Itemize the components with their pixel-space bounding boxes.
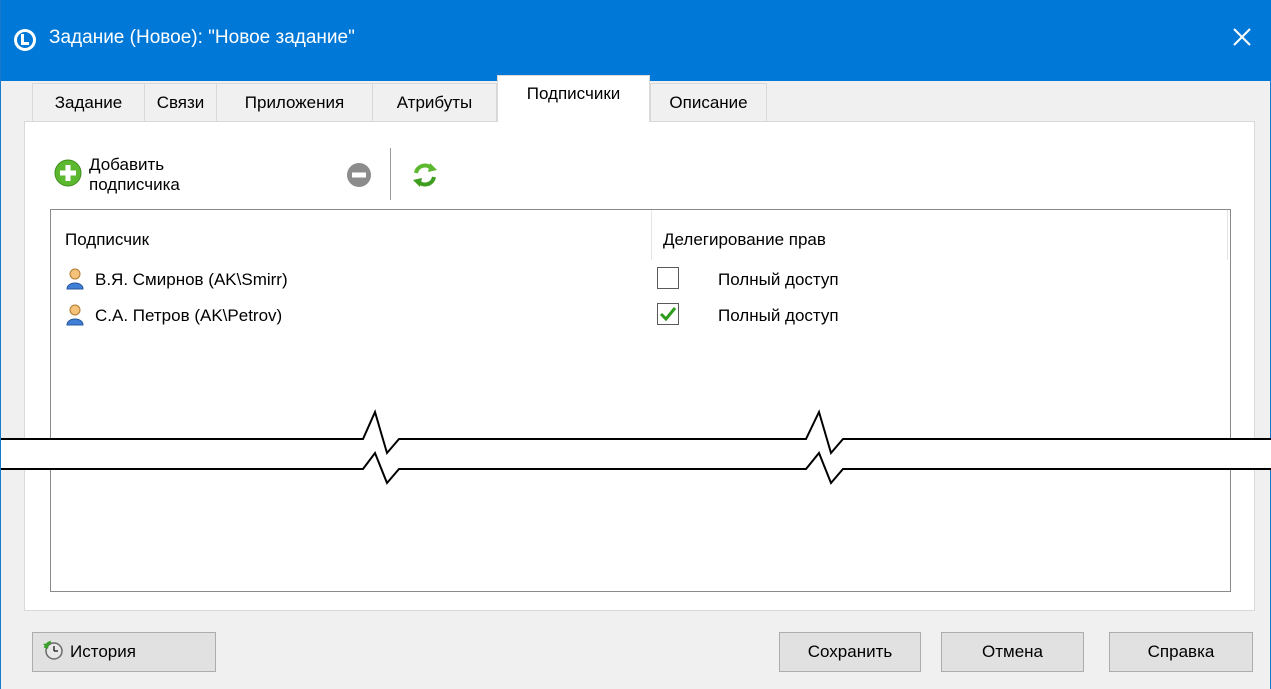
cancel-label: Отмена [982, 642, 1043, 661]
table-row[interactable]: С.А. Петров (AK\Petrov) Полный доступ [51, 298, 1230, 334]
rights-label: Полный доступ [718, 270, 839, 289]
column-header-subscriber[interactable]: Подписчик [65, 230, 149, 250]
save-label: Сохранить [807, 642, 893, 661]
app-logo-icon [13, 28, 37, 52]
column-header-delegation[interactable]: Делегирование прав [663, 230, 826, 250]
tab-attributes[interactable]: Атрибуты [372, 83, 497, 121]
add-subscriber-label: Добавить подписчика [89, 155, 180, 194]
close-icon [1233, 27, 1251, 51]
column-divider[interactable] [651, 210, 652, 260]
user-icon [65, 268, 85, 290]
history-button[interactable]: История [32, 632, 216, 672]
subscriber-name: С.А. Петров (AK\Petrov) [95, 306, 283, 325]
add-subscriber-button[interactable]: Добавить подписчика [53, 155, 180, 194]
full-access-checkbox[interactable] [657, 267, 679, 289]
cancel-button[interactable]: Отмена [941, 632, 1084, 672]
history-label: История [70, 642, 136, 661]
tab-subscribers[interactable]: Подписчики [497, 75, 650, 122]
plus-circle-icon [53, 158, 89, 193]
title-bar: Задание (Новое): "Новое задание" [1, 0, 1271, 81]
tab-attachments[interactable]: Приложения [216, 83, 373, 121]
history-icon [42, 639, 70, 666]
column-divider[interactable] [1227, 210, 1228, 260]
tab-label: Связи [156, 92, 205, 112]
refresh-icon [411, 163, 439, 193]
dialog-window: Задание (Новое): "Новое задание" Задание… [0, 0, 1271, 689]
tab-description[interactable]: Описание [650, 83, 767, 121]
toolbar-separator [390, 148, 391, 200]
help-button[interactable]: Справка [1109, 632, 1253, 672]
tab-label: Атрибуты [396, 92, 473, 112]
screenshot-break-marker [1, 409, 1271, 485]
tab-label: Описание [669, 92, 748, 112]
tab-task[interactable]: Задание [32, 83, 145, 121]
close-button[interactable] [1217, 18, 1267, 60]
full-access-checkbox[interactable] [657, 303, 679, 325]
rights-label: Полный доступ [718, 306, 839, 325]
minus-circle-icon [346, 163, 372, 192]
tab-label: Задание [54, 92, 123, 112]
help-label: Справка [1147, 642, 1215, 661]
remove-subscriber-button[interactable] [346, 162, 372, 188]
save-button[interactable]: Сохранить [779, 632, 921, 672]
subscriber-name: В.Я. Смирнов (AK\Smirr) [95, 270, 288, 289]
window-title: Задание (Новое): "Новое задание" [49, 27, 355, 48]
table-row[interactable]: В.Я. Смирнов (AK\Smirr) Полный доступ [51, 262, 1230, 298]
refresh-button[interactable] [411, 161, 439, 189]
subscribers-grid[interactable]: Подписчик Делегирование прав В.Я. Смирно… [50, 209, 1231, 592]
tab-label: Подписчики [526, 84, 621, 103]
tab-label: Приложения [244, 92, 345, 112]
tab-links[interactable]: Связи [144, 83, 217, 121]
user-icon [65, 304, 85, 326]
